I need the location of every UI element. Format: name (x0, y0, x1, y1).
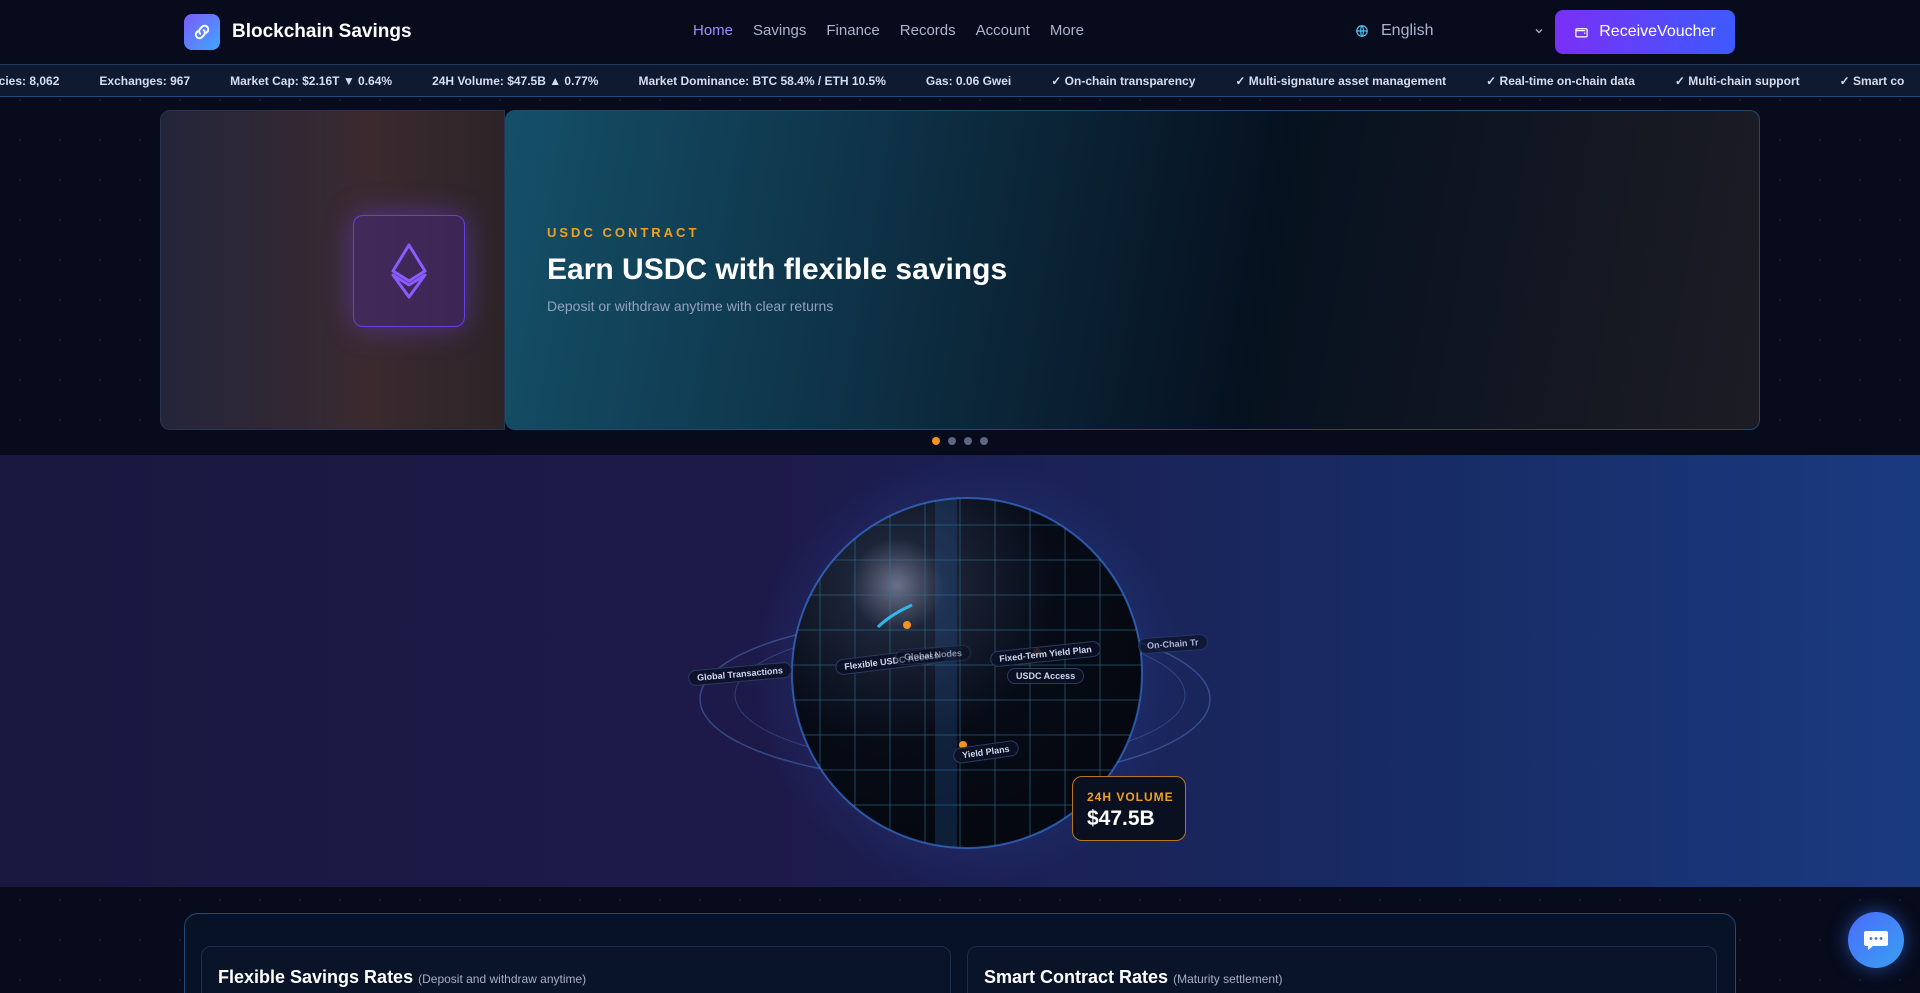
contract-rates-note: (Maturity settlement) (1173, 972, 1283, 986)
contract-rates-title: Smart Contract Rates (Maturity settlemen… (984, 967, 1282, 988)
rates-panel: Flexible Savings Rates (Deposit and with… (184, 913, 1736, 993)
hero-carousel[interactable]: USDC CONTRACT Earn USDC with flexible sa… (160, 110, 1760, 430)
carousel-dot-3[interactable] (964, 437, 972, 445)
main-nav: Home Savings Finance Records Account Mor… (693, 22, 1084, 39)
slide-subtitle: Deposit or withdraw anytime with clear r… (547, 298, 834, 314)
globe-graphic (699, 458, 1211, 887)
volume-label: 24H VOLUME (1087, 790, 1174, 804)
language-value: English (1381, 22, 1434, 39)
ticker-item: ✓ On-chain transparency (1051, 74, 1196, 88)
flexible-rates-note: (Deposit and withdraw anytime) (418, 972, 587, 986)
carousel-dot-2[interactable] (948, 437, 956, 445)
ticker-item: ✓ Multi-signature asset management (1235, 74, 1447, 88)
ticker-item: Exchanges: 967 (99, 74, 191, 88)
nav-more[interactable]: More (1050, 22, 1084, 39)
slide-title: Earn USDC with flexible savings (547, 253, 1008, 286)
flexible-rates-heading: Flexible Savings Rates (218, 967, 414, 987)
brand[interactable]: Blockchain Savings (184, 14, 412, 50)
flexible-rates-card: Flexible Savings Rates (Deposit and with… (201, 946, 951, 993)
globe-section: Global Transactions Flexible USDC Access… (0, 455, 1920, 887)
ticker-item: 24H Volume: $47.5B ▲ 0.77% (432, 74, 599, 88)
volume-value: $47.5B (1087, 807, 1155, 830)
volume-card: 24H VOLUME $47.5B (1072, 776, 1186, 841)
link-icon (184, 14, 220, 50)
ticker-item: Gas: 0.06 Gwei (925, 74, 1012, 88)
carousel-dots (932, 437, 988, 445)
nav-account[interactable]: Account (976, 22, 1030, 39)
nav-records[interactable]: Records (900, 22, 956, 39)
contract-rates-heading: Smart Contract Rates (984, 967, 1169, 987)
nav-finance[interactable]: Finance (826, 22, 879, 39)
active-slide[interactable]: USDC CONTRACT Earn USDC with flexible sa… (505, 110, 1760, 430)
carousel-dot-1[interactable] (932, 437, 940, 445)
nav-savings[interactable]: Savings (753, 22, 806, 39)
carousel-dot-4[interactable] (980, 437, 988, 445)
ticker-item: Market Cap: $2.16T ▼ 0.64% (230, 74, 393, 88)
receive-voucher-label: ReceiveVoucher (1599, 23, 1716, 40)
ticker-item: ✓ Real-time on-chain data (1486, 74, 1635, 88)
nav-home[interactable]: Home (693, 22, 733, 39)
ethereum-icon (353, 215, 465, 327)
market-ticker: rencies: 8,062 Exchanges: 967 Market Cap… (0, 64, 1920, 97)
chat-icon (1864, 931, 1888, 950)
ticker-track: rencies: 8,062 Exchanges: 967 Market Cap… (0, 74, 1904, 88)
contract-rates-card: Smart Contract Rates (Maturity settlemen… (967, 946, 1717, 993)
ticker-item: ✓ Smart co (1839, 74, 1905, 88)
receive-voucher-button[interactable]: ReceiveVoucher (1555, 10, 1735, 54)
slide-eyebrow: USDC CONTRACT (547, 225, 700, 240)
globe-icon (1356, 25, 1368, 37)
language-select[interactable]: English (1355, 22, 1545, 40)
brand-name: Blockchain Savings (232, 21, 412, 42)
previous-slide-preview[interactable] (160, 110, 505, 430)
ticker-item: rencies: 8,062 (0, 74, 60, 88)
orbit-label: USDC Access (1007, 668, 1085, 684)
ticker-item: ✓ Multi-chain support (1674, 74, 1800, 88)
ticker-item: Market Dominance: BTC 58.4% / ETH 10.5% (638, 74, 886, 88)
top-header: Blockchain Savings Home Savings Finance … (0, 0, 1920, 64)
chat-button[interactable] (1848, 912, 1904, 968)
wallet-icon (1575, 27, 1588, 37)
chevron-down-icon (1535, 29, 1543, 34)
flexible-rates-title: Flexible Savings Rates (Deposit and with… (218, 967, 586, 988)
